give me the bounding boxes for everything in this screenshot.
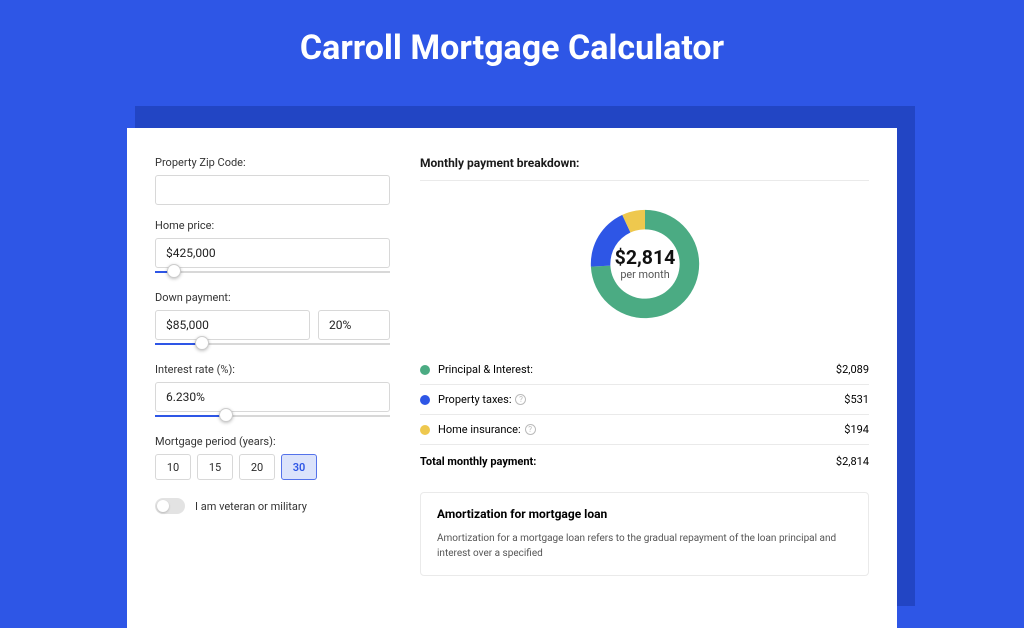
breakdown-panel: Monthly payment breakdown: $2,814 per mo… xyxy=(410,128,897,628)
breakdown-heading: Monthly payment breakdown: xyxy=(420,156,869,170)
total-value: $2,814 xyxy=(836,455,869,468)
legend-dot xyxy=(420,365,430,375)
down-payment-pct-input[interactable] xyxy=(318,310,390,340)
interest-rate-label: Interest rate (%): xyxy=(155,363,390,376)
slider-fill xyxy=(155,415,226,417)
donut-chart: $2,814 per month xyxy=(420,191,869,343)
legend-value: $194 xyxy=(844,423,869,436)
total-label: Total monthly payment: xyxy=(420,455,536,468)
legend-value: $531 xyxy=(844,393,869,406)
home-price-label: Home price: xyxy=(155,219,390,232)
home-price-slider[interactable] xyxy=(155,267,390,277)
donut-subtext: per month xyxy=(620,268,669,281)
form-panel: Property Zip Code: Home price: Down paym… xyxy=(127,128,410,628)
legend-row: Home insurance:? $194 xyxy=(420,414,869,444)
donut-amount: $2,814 xyxy=(614,246,675,269)
legend-label: Home insurance: xyxy=(438,423,521,436)
veteran-label: I am veteran or military xyxy=(195,500,307,513)
down-payment-label: Down payment: xyxy=(155,291,390,304)
help-icon[interactable]: ? xyxy=(515,394,526,405)
interest-rate-slider[interactable] xyxy=(155,411,390,421)
legend: Principal & Interest: $2,089 Property taxe… xyxy=(420,355,869,476)
period-option-30[interactable]: 30 xyxy=(281,454,317,480)
home-price-input[interactable] xyxy=(155,238,390,268)
legend-total-row: Total monthly payment: $2,814 xyxy=(420,444,869,476)
calculator-card: Property Zip Code: Home price: Down paym… xyxy=(127,128,897,628)
interest-rate-input[interactable] xyxy=(155,382,390,412)
page-title: Carroll Mortgage Calculator xyxy=(0,0,1024,92)
mortgage-period-label: Mortgage period (years): xyxy=(155,435,390,448)
slider-thumb[interactable] xyxy=(219,408,233,422)
mortgage-period-group: 10152030 xyxy=(155,454,390,480)
legend-dot xyxy=(420,395,430,405)
period-option-10[interactable]: 10 xyxy=(155,454,191,480)
legend-row: Principal & Interest: $2,089 xyxy=(420,355,869,384)
slider-thumb[interactable] xyxy=(167,264,181,278)
amortization-heading: Amortization for mortgage loan xyxy=(437,507,852,521)
period-option-15[interactable]: 15 xyxy=(197,454,233,480)
amortization-section: Amortization for mortgage loan Amortizat… xyxy=(420,492,869,576)
slider-track xyxy=(155,271,390,273)
zip-label: Property Zip Code: xyxy=(155,156,390,169)
period-option-20[interactable]: 20 xyxy=(239,454,275,480)
zip-input[interactable] xyxy=(155,175,390,205)
slider-thumb[interactable] xyxy=(195,336,209,350)
help-icon[interactable]: ? xyxy=(525,424,536,435)
legend-value: $2,089 xyxy=(836,363,869,376)
divider xyxy=(420,180,869,181)
legend-label: Principal & Interest: xyxy=(438,363,533,376)
down-payment-input[interactable] xyxy=(155,310,310,340)
down-payment-slider[interactable] xyxy=(155,339,390,349)
legend-label: Property taxes: xyxy=(438,393,511,406)
amortization-text: Amortization for a mortgage loan refers … xyxy=(437,531,852,561)
legend-dot xyxy=(420,425,430,435)
legend-row: Property taxes:? $531 xyxy=(420,384,869,414)
